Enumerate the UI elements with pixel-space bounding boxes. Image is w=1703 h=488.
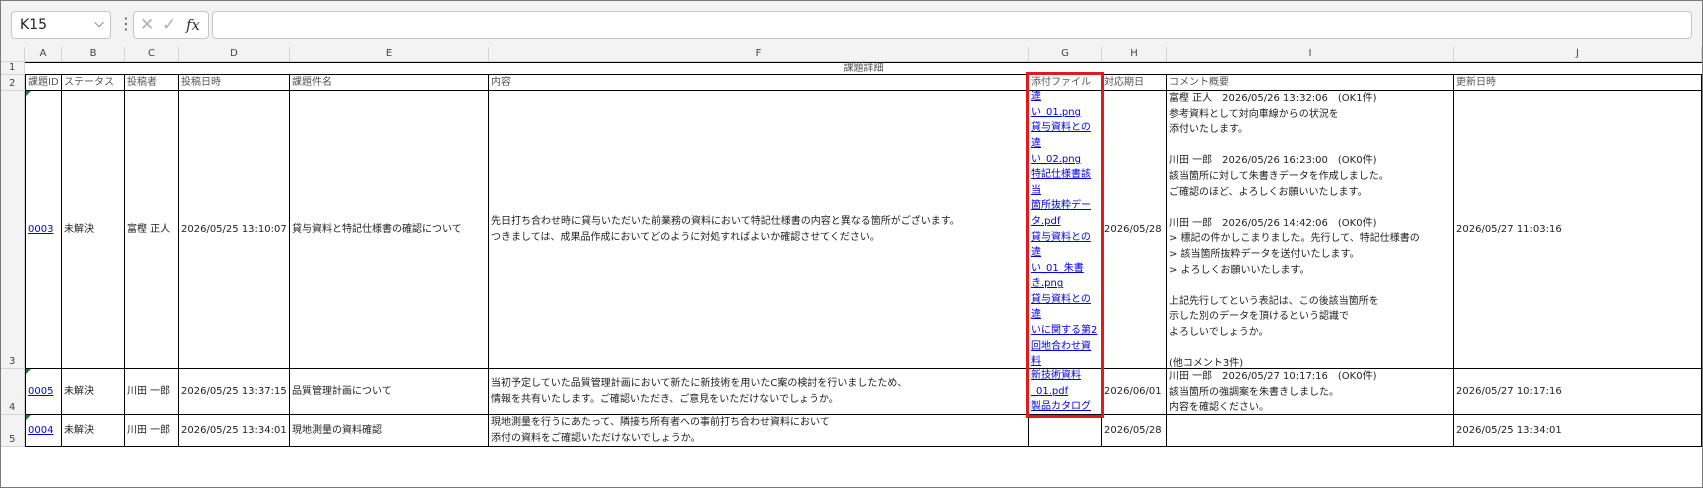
- attachment-link[interactable]: 貸与資料との違 い_01.png: [1031, 91, 1099, 120]
- header-cell-due[interactable]: 対応期日: [1102, 75, 1167, 91]
- cell-posted[interactable]: 2026/05/25 13:10:07: [179, 91, 290, 369]
- attachment-link[interactable]: 貸与資料との違 い_02.png: [1031, 120, 1099, 167]
- cell-updated[interactable]: 2026/05/25 13:34:01: [1454, 415, 1702, 447]
- cell-content[interactable]: 現地測量を行うにあたって、隣接ち所有者への事前打ち合わせ資料において 添付の資料…: [489, 415, 1029, 447]
- cell-posted[interactable]: 2026/05/25 13:37:15: [179, 369, 290, 415]
- column-header-d[interactable]: D: [179, 47, 290, 62]
- cell-id[interactable]: 0004: [25, 415, 62, 447]
- select-all-corner[interactable]: [1, 47, 25, 62]
- header-cell-attachments[interactable]: 添付ファイル: [1029, 75, 1102, 91]
- cell-indicator-icon: [26, 91, 31, 96]
- cell-status[interactable]: 未解決: [62, 91, 125, 369]
- cell-subject[interactable]: 品質管理計画について: [290, 369, 489, 415]
- cell-updated[interactable]: 2026/05/27 11:03:16: [1454, 91, 1702, 369]
- row-number: 4: [9, 402, 16, 413]
- formula-input[interactable]: [212, 11, 1692, 39]
- row-number: 2: [9, 78, 16, 89]
- cell-comments[interactable]: 川田 一郎 2026/05/27 10:17:16 (OK0件) 該当箇所の強調…: [1167, 369, 1454, 415]
- column-header-g[interactable]: G: [1029, 47, 1102, 62]
- cell-comments[interactable]: [1167, 415, 1454, 447]
- formula-bar: K15 ⌵ ⋮ ✕ ✓ fx: [1, 1, 1702, 47]
- header-cell-author[interactable]: 投稿者: [125, 75, 179, 91]
- column-header-c[interactable]: C: [125, 47, 179, 62]
- column-header-j[interactable]: J: [1454, 47, 1702, 62]
- attachment-link[interactable]: 貸与資料との違 いに関する第2 回地合わせ資料 _01.pdf: [1031, 292, 1099, 368]
- cell-status[interactable]: 未解決: [62, 369, 125, 415]
- cell-subject[interactable]: 貸与資料と特記仕様書の確認について: [290, 91, 489, 369]
- header-cell-updated[interactable]: 更新日時: [1454, 75, 1702, 91]
- row-header-1[interactable]: 1: [1, 62, 25, 75]
- header-cell-subject[interactable]: 課題件名: [290, 75, 489, 91]
- cell-attachments[interactable]: 新技術資料 _01.pdf 製品カタログ: [1029, 369, 1102, 415]
- sheet-title[interactable]: 課題詳細: [25, 62, 1702, 75]
- row-header-5[interactable]: 5: [1, 415, 25, 447]
- cell-indicator-icon: [26, 415, 31, 420]
- name-box[interactable]: K15 ⌵: [11, 11, 111, 39]
- row-number: 1: [9, 62, 16, 73]
- issue-id-link[interactable]: 0005: [28, 384, 53, 400]
- cell-due[interactable]: 2026/05/28: [1102, 91, 1167, 369]
- attachment-link[interactable]: 製品カタログ: [1031, 399, 1099, 414]
- spreadsheet-window: K15 ⌵ ⋮ ✕ ✓ fx A B C D E F G H I J 1 2 3 4 5 課題ID ステータス投…: [0, 0, 1703, 488]
- issue-id-link[interactable]: 0003: [28, 222, 53, 238]
- attachment-link[interactable]: 特記仕様書該当 箇所抜粋デー タ.pdf: [1031, 167, 1099, 229]
- header-cell-content[interactable]: 内容: [489, 75, 1029, 91]
- name-box-value: K15: [20, 17, 47, 33]
- cell-due[interactable]: 2026/05/28: [1102, 415, 1167, 447]
- attachment-link[interactable]: 貸与資料との違 い_01_朱書 き.png: [1031, 230, 1099, 292]
- cell-attachments[interactable]: [1029, 415, 1102, 447]
- cell-attachments[interactable]: 貸与資料との違 い_01.png貸与資料との違 い_02.png特記仕様書該当 …: [1029, 91, 1102, 369]
- cell-author[interactable]: 川田 一郎: [125, 415, 179, 447]
- cell-posted[interactable]: 2026/05/25 13:34:01: [179, 415, 290, 447]
- cancel-icon[interactable]: ✕: [140, 15, 154, 35]
- cell-content[interactable]: 当初予定していた品質管理計画において新たに新技術を用いたC案の検討を行いましたた…: [489, 369, 1029, 415]
- row-header-3[interactable]: 3: [1, 91, 25, 369]
- formula-buttons: ✕ ✓ fx: [133, 11, 209, 39]
- row-number: 5: [9, 434, 16, 445]
- row-header-4[interactable]: 4: [1, 369, 25, 415]
- column-header-f[interactable]: F: [489, 47, 1029, 62]
- row-header-2[interactable]: 2: [1, 75, 25, 91]
- cell-comments[interactable]: 富樫 正人 2026/05/26 13:32:06 (OK1件) 参考資料として…: [1167, 91, 1454, 369]
- more-options-icon[interactable]: ⋮: [118, 13, 134, 35]
- cell-due[interactable]: 2026/06/01: [1102, 369, 1167, 415]
- row-number: 3: [9, 356, 16, 367]
- cell-updated[interactable]: 2026/05/27 10:17:16: [1454, 369, 1702, 415]
- cell-subject[interactable]: 現地測量の資料確認: [290, 415, 489, 447]
- cell-status[interactable]: 未解決: [62, 415, 125, 447]
- header-cell-status[interactable]: ステータス: [62, 75, 125, 91]
- column-header-h[interactable]: H: [1102, 47, 1167, 62]
- column-header-i[interactable]: I: [1167, 47, 1454, 62]
- issue-id-link[interactable]: 0004: [28, 423, 53, 439]
- header-cell-comments[interactable]: コメント概要: [1167, 75, 1454, 91]
- cell-id[interactable]: 0003: [25, 91, 62, 369]
- chevron-down-icon[interactable]: ⌵: [94, 16, 104, 31]
- cell-id[interactable]: 0005: [25, 369, 62, 415]
- cell-author[interactable]: 川田 一郎: [125, 369, 179, 415]
- header-cell-posted[interactable]: 投稿日時: [179, 75, 290, 91]
- header-cell-id[interactable]: 課題ID: [25, 75, 62, 91]
- cell-content[interactable]: 先日打ち合わせ時に貸与いただいた前業務の資料において特記仕様書の内容と異なる箇所…: [489, 91, 1029, 369]
- cell-indicator-icon: [26, 369, 31, 374]
- insert-function-icon[interactable]: fx: [186, 16, 200, 34]
- attachment-link[interactable]: 新技術資料 _01.pdf: [1031, 369, 1099, 399]
- column-header-a[interactable]: A: [25, 47, 62, 62]
- enter-check-icon[interactable]: ✓: [162, 15, 176, 35]
- column-header-b[interactable]: B: [62, 47, 125, 62]
- column-header-e[interactable]: E: [290, 47, 489, 62]
- cell-author[interactable]: 富樫 正人: [125, 91, 179, 369]
